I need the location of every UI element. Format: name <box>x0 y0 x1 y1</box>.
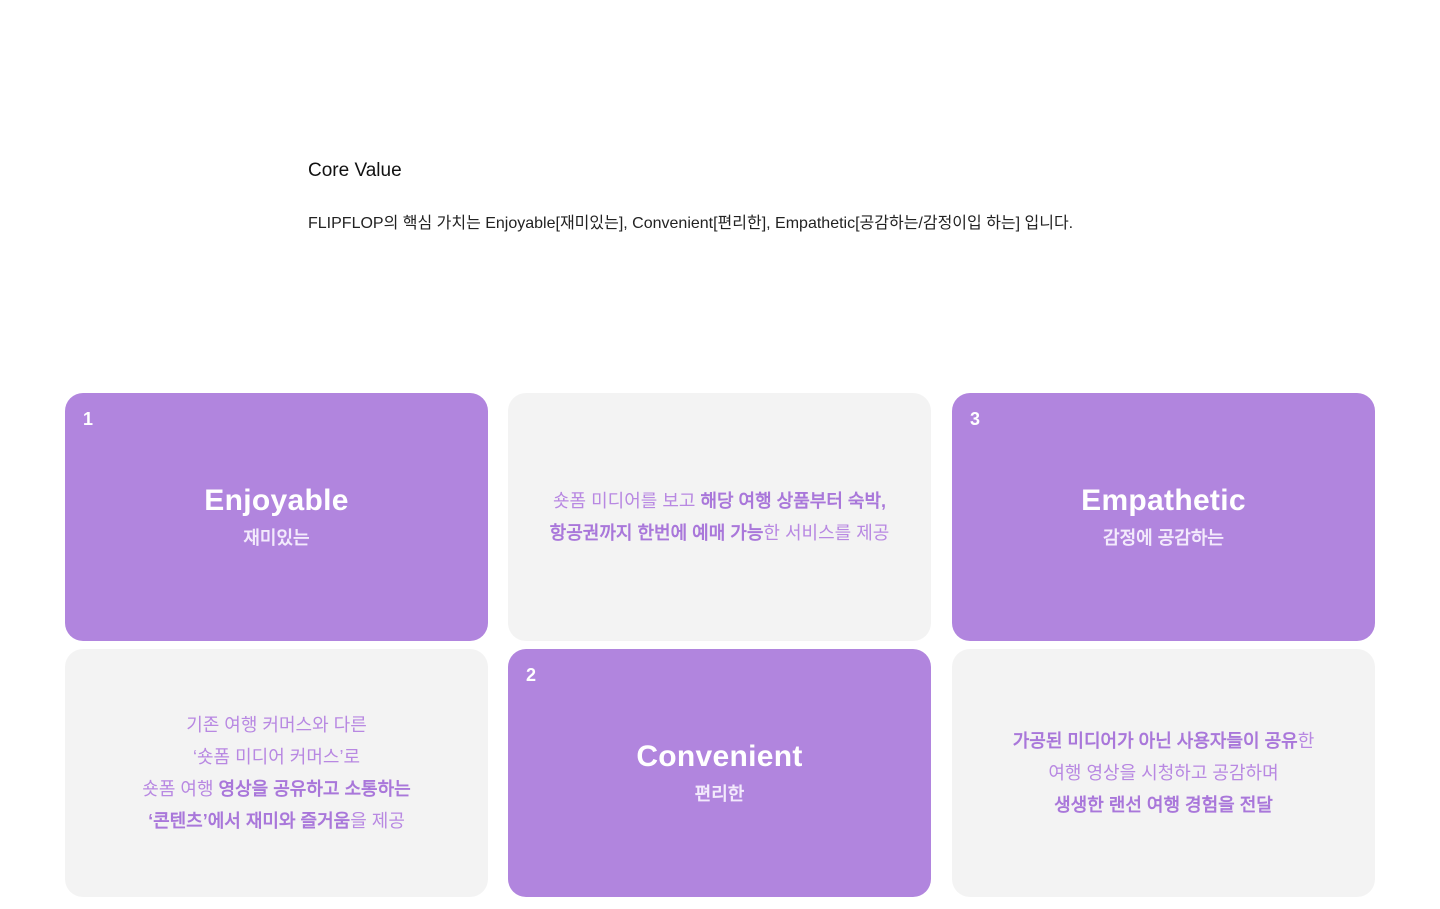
description-line: ‘숏폼 미디어 커머스’로 <box>192 747 361 767</box>
card-description: 기존 여행 커머스와 다른 ‘숏폼 미디어 커머스’로 숏폼 여행 영상을 공유… <box>142 709 410 837</box>
card-description: 숏폼 미디어를 보고 해당 여행 상품부터 숙박, 항공권까지 한번에 예매 가… <box>550 485 890 549</box>
value-card-convenient: 2 Convenient 편리한 <box>508 649 931 897</box>
description-line: 숏폼 여행 영상을 공유하고 소통하는 <box>142 773 410 805</box>
card-title: Empathetic <box>1081 484 1246 517</box>
description-card-enjoyable: 기존 여행 커머스와 다른 ‘숏폼 미디어 커머스’로 숏폼 여행 영상을 공유… <box>65 649 488 897</box>
description-line: 항공권까지 한번에 예매 가능한 서비스를 제공 <box>550 517 890 549</box>
section-description: FLIPFLOP의 핵심 가치는 Enjoyable[재미있는], Conven… <box>308 215 1074 232</box>
description-card-empathetic: 가공된 미디어가 아닌 사용자들이 공유한 여행 영상을 시청하고 공감하며 생… <box>952 649 1375 897</box>
description-line: 여행 영상을 시청하고 공감하며 <box>1048 763 1279 783</box>
description-highlight: 생생한 랜선 여행 경험을 전달 <box>1054 795 1273 815</box>
description-highlight: 해당 여행 상품부터 숙박, <box>700 491 887 511</box>
card-number: 2 <box>526 665 537 685</box>
description-card-convenient: 숏폼 미디어를 보고 해당 여행 상품부터 숙박, 항공권까지 한번에 예매 가… <box>508 393 931 641</box>
description-line: 생생한 랜선 여행 경험을 전달 <box>1013 789 1315 821</box>
description-highlight: 가공된 미디어가 아닌 사용자들이 공유 <box>1012 731 1298 751</box>
description-line: ‘콘텐츠’에서 재미와 즐거움을 제공 <box>142 805 410 837</box>
description-highlight: 영상을 공유하고 소통하는 <box>218 779 411 799</box>
card-number: 1 <box>83 409 94 429</box>
section-title: Core Value <box>308 160 402 181</box>
description-text: 한 <box>1297 731 1315 751</box>
card-subtitle: 재미있는 <box>243 528 310 548</box>
card-subtitle: 감정에 공감하는 <box>1103 528 1224 548</box>
description-text: 숏폼 여행 <box>142 779 219 799</box>
description-line: 가공된 미디어가 아닌 사용자들이 공유한 <box>1013 725 1315 757</box>
description-text: 숏폼 미디어를 보고 <box>552 491 701 511</box>
card-number: 3 <box>970 409 981 429</box>
value-card-empathetic: 3 Empathetic 감정에 공감하는 <box>952 393 1375 641</box>
card-subtitle: 편리한 <box>694 784 745 804</box>
card-description: 가공된 미디어가 아닌 사용자들이 공유한 여행 영상을 시청하고 공감하며 생… <box>1013 725 1315 821</box>
card-title: Convenient <box>636 740 803 773</box>
description-line: 숏폼 미디어를 보고 해당 여행 상품부터 숙박, <box>550 485 890 517</box>
core-value-page: Core Value FLIPFLOP의 핵심 가치는 Enjoyable[재미… <box>0 0 1440 909</box>
description-highlight: ‘콘텐츠’에서 재미와 즐거움 <box>148 811 351 831</box>
description-line: 기존 여행 커머스와 다른 <box>186 715 367 735</box>
description-text: 을 제공 <box>350 811 405 831</box>
card-title: Enjoyable <box>204 484 349 517</box>
description-highlight: 항공권까지 한번에 예매 가능 <box>549 523 764 543</box>
value-card-enjoyable: 1 Enjoyable 재미있는 <box>65 393 488 641</box>
description-text: 한 서비스를 제공 <box>763 523 890 543</box>
